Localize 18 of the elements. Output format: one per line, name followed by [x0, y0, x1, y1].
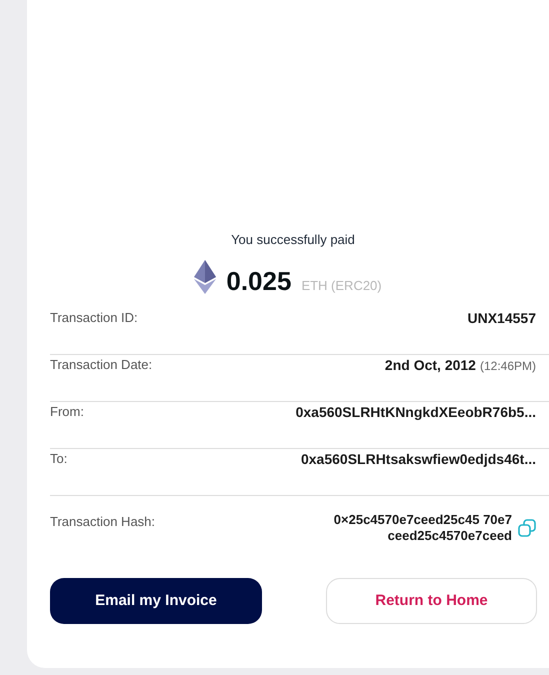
email-invoice-button[interactable]: Email my Invoice	[50, 578, 262, 624]
field-label: From:	[50, 403, 84, 421]
field-label: To:	[50, 450, 68, 468]
field-value: 0xa560SLRHtsakswfiew0edjds46t...	[300, 450, 536, 469]
ethereum-icon	[194, 260, 216, 294]
field-value: 0xa560SLRHtKNngkdXEeobR76b5...	[296, 403, 536, 422]
field-value: UNX14557	[468, 309, 536, 328]
field-label: Transaction ID:	[50, 309, 138, 327]
return-home-button[interactable]: Return to Home	[326, 578, 537, 624]
amount: 0.025	[226, 268, 292, 294]
field-label: Transaction Hash:	[50, 513, 156, 531]
field-value: 0×25c4570e7ceed25c45 70e7ceed25c4570e7ceed	[332, 512, 512, 544]
copy-icon[interactable]	[518, 519, 536, 537]
field-label: Transaction Date:	[50, 356, 152, 374]
currency-unit: ETH (ERC20)	[301, 276, 382, 295]
success-message: You successfully paid	[231, 231, 355, 249]
field-value: 2nd Oct, 2012	[384, 356, 476, 375]
time-note: (12:46PM)	[480, 358, 536, 375]
